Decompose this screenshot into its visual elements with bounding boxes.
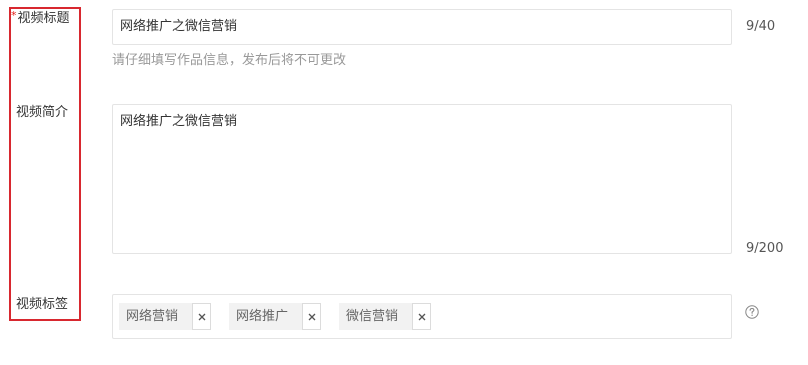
title-char-counter: 9/40 [746,19,776,34]
intro-label: 视频简介 [16,105,69,120]
close-icon [418,313,425,320]
video-intro-textarea[interactable]: 网络推广之微信营销 [112,104,732,254]
tag-chip-label: 网络营销 [119,303,192,330]
tag-chip: 微信营销 [339,303,431,330]
close-icon [198,313,205,320]
video-title-input[interactable]: 网络推广之微信营销 [112,9,732,45]
tag-remove-button[interactable] [302,303,321,330]
video-title-value: 网络推广之微信营销 [120,19,238,34]
required-mark: * [11,9,17,22]
video-intro-value: 网络推广之微信营销 [120,114,238,129]
tag-chip-label: 微信营销 [339,303,412,330]
tag-remove-button[interactable] [412,303,431,330]
tag-chip: 网络营销 [119,303,211,330]
close-icon [308,313,315,320]
title-label: *视频标题 [11,9,70,27]
label-highlight-box [9,7,81,321]
intro-char-counter: 9/200 [746,241,784,256]
tags-label: 视频标签 [16,297,69,312]
title-label-text: 视频标题 [17,11,70,26]
tag-chip-label: 网络推广 [229,303,302,330]
title-hint: 请仔细填写作品信息，发布后将不可更改 [112,53,347,68]
tag-remove-button[interactable] [192,303,211,330]
question-circle-icon[interactable] [745,305,759,319]
tag-chip: 网络推广 [229,303,321,330]
video-tags-input[interactable]: 网络营销 网络推广 微信营销 [112,294,732,339]
